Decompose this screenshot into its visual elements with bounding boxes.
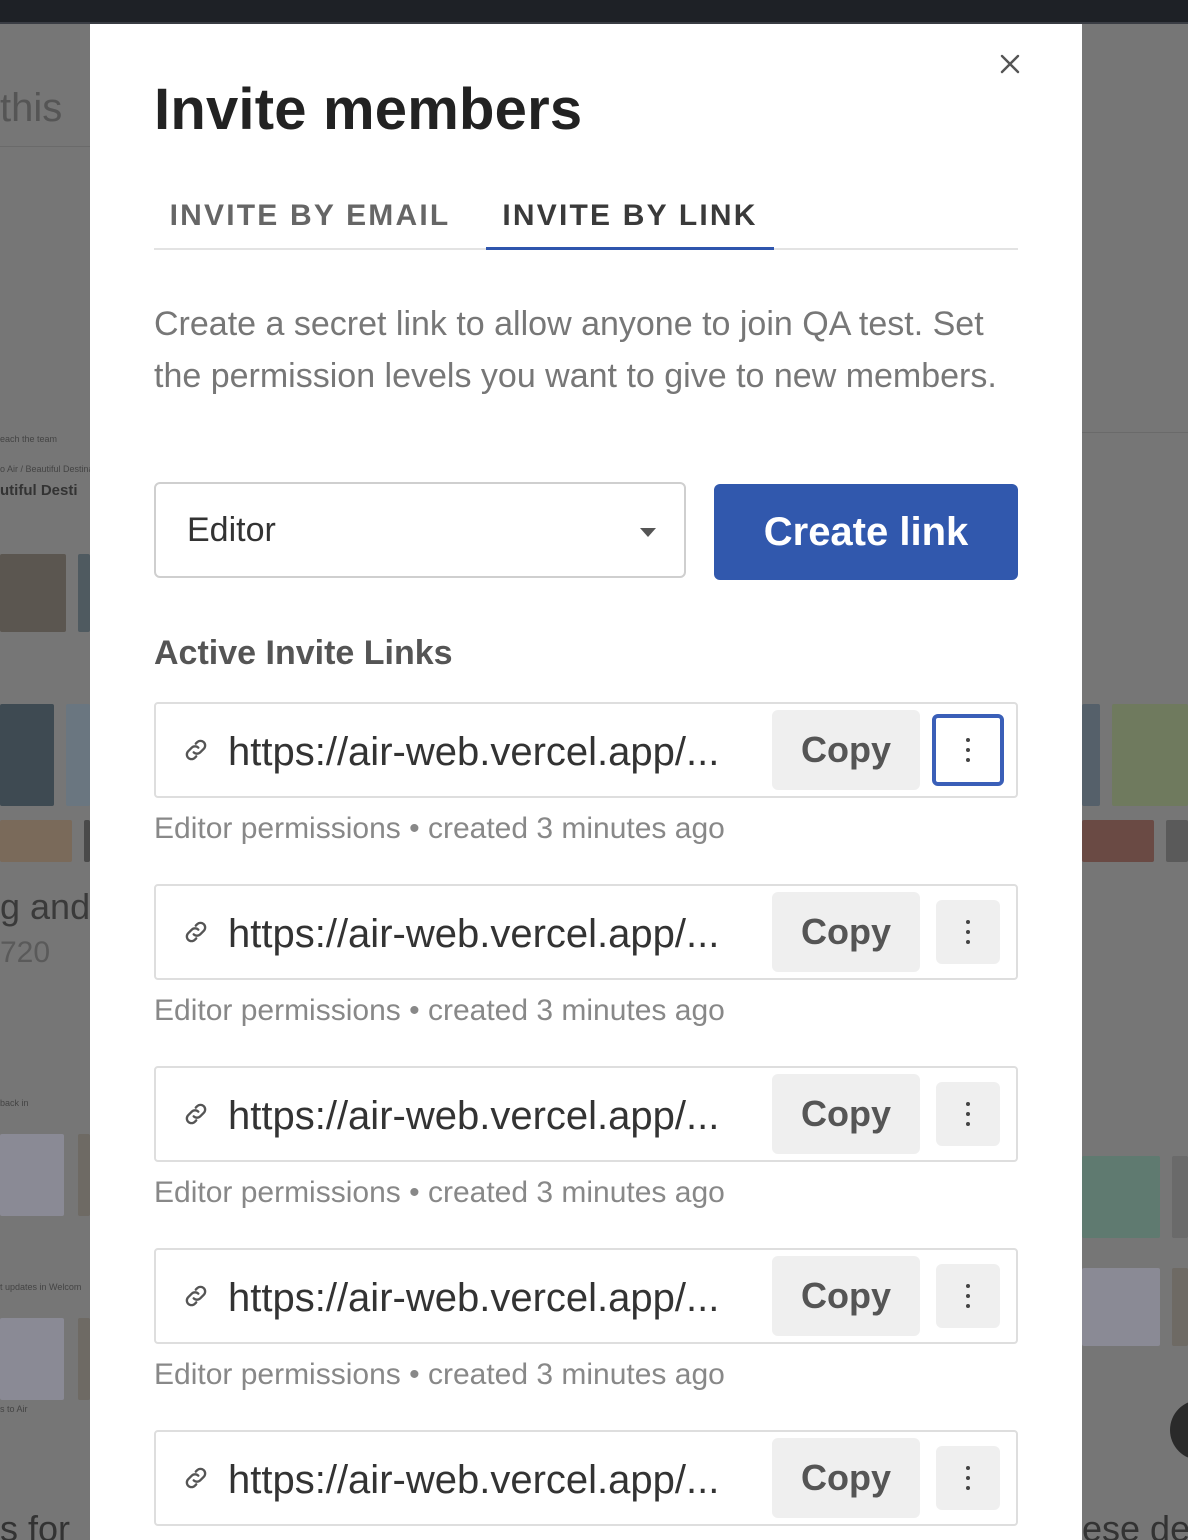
- invite-link-url[interactable]: https://air-web.vercel.app/...: [228, 1452, 768, 1508]
- invite-link-url[interactable]: https://air-web.vercel.app/...: [228, 906, 768, 962]
- meta-separator: •: [409, 1176, 420, 1209]
- app-top-bar: [0, 0, 1188, 24]
- background-caption: t updates in Welcom: [0, 1282, 82, 1292]
- link-icon: [185, 1285, 207, 1307]
- background-board-title: utiful Desti: [0, 482, 78, 499]
- meta-separator: •: [409, 1358, 420, 1391]
- invite-link-url[interactable]: https://air-web.vercel.app/...: [228, 724, 768, 780]
- background-card-title: ese de: [1082, 1508, 1188, 1540]
- permission-select[interactable]: Editor: [154, 482, 686, 578]
- background-thumbnail: [1172, 1268, 1188, 1346]
- invite-link-created: created 3 minutes ago: [427, 812, 725, 845]
- invite-link-permissions: Editor permissions: [154, 1358, 401, 1391]
- background-thumbnail: [1166, 820, 1188, 862]
- invite-link-item: https://air-web.vercel.app/... Copy Edit…: [154, 884, 1018, 1044]
- background-thumbnail: [0, 554, 66, 632]
- modal-title: Invite members: [154, 77, 583, 142]
- invite-link-created: created 3 minutes ago: [427, 1358, 725, 1391]
- background-caption: s to Air: [0, 1404, 28, 1414]
- invite-link-field: https://air-web.vercel.app/... Copy: [154, 702, 1018, 798]
- background-thumbnail: [78, 554, 90, 632]
- background-thumbnail: [0, 1134, 64, 1216]
- link-icon: [185, 1103, 207, 1125]
- background-heading: this: [0, 86, 63, 130]
- invite-link-description: Create a secret link to allow anyone to …: [154, 305, 997, 395]
- invite-tabs: INVITE BY EMAIL INVITE BY LINK: [154, 184, 1018, 250]
- background-thumbnail: [66, 704, 90, 806]
- invite-link-permissions: Editor permissions: [154, 994, 401, 1027]
- background-thumbnail: [1082, 1156, 1160, 1238]
- more-options-button[interactable]: [936, 900, 1000, 964]
- invite-link-permissions: Editor permissions: [154, 1176, 401, 1209]
- tab-invite-by-email[interactable]: INVITE BY EMAIL: [154, 184, 466, 248]
- create-link-button[interactable]: Create link: [714, 484, 1018, 580]
- invite-link-created: created 3 minutes ago: [427, 994, 725, 1027]
- close-icon-glyph: [1000, 54, 1020, 74]
- copy-button[interactable]: Copy: [772, 710, 920, 790]
- copy-button[interactable]: Copy: [772, 1074, 920, 1154]
- invite-link-meta: Editor permissions • created 3 minutes a…: [154, 1358, 725, 1392]
- invite-link-url[interactable]: https://air-web.vercel.app/...: [228, 1270, 768, 1326]
- link-icon: [185, 1467, 207, 1489]
- invite-members-modal: Invite members INVITE BY EMAIL INVITE BY…: [90, 24, 1082, 1540]
- copy-button[interactable]: Copy: [772, 1438, 920, 1518]
- invite-link-field: https://air-web.vercel.app/... Copy: [154, 1430, 1018, 1526]
- background-caption: back in: [0, 1098, 29, 1108]
- copy-button[interactable]: Copy: [772, 892, 920, 972]
- tab-invite-by-link[interactable]: INVITE BY LINK: [486, 184, 774, 250]
- background-thumbnail: [0, 820, 72, 862]
- more-options-button[interactable]: [936, 1446, 1000, 1510]
- invite-link-permissions: Editor permissions: [154, 812, 401, 845]
- close-icon[interactable]: [994, 48, 1026, 80]
- background-divider: [1082, 432, 1188, 433]
- background-thumbnail: [1082, 820, 1154, 862]
- background-divider: [0, 146, 90, 147]
- link-icon: [185, 921, 207, 943]
- invite-link-meta: Editor permissions • created 3 minutes a…: [154, 994, 725, 1028]
- vertical-dots-icon: [966, 738, 970, 762]
- vertical-dots-icon: [966, 1284, 970, 1308]
- link-icon: [185, 739, 207, 761]
- more-options-button[interactable]: [936, 1264, 1000, 1328]
- invite-link-meta: Editor permissions • created 3 minutes a…: [154, 812, 725, 846]
- background-thumbnail: [78, 1134, 90, 1216]
- background-thumbnail: [0, 1318, 64, 1400]
- meta-separator: •: [409, 812, 420, 845]
- chevron-down-icon: [640, 528, 656, 537]
- invite-link-field: https://air-web.vercel.app/... Copy: [154, 1066, 1018, 1162]
- invite-link-item: https://air-web.vercel.app/... Copy Edit…: [154, 1066, 1018, 1226]
- background-thumbnail: [1082, 704, 1100, 806]
- permission-select-value: Editor: [187, 510, 276, 549]
- background-thumbnail: [1172, 1156, 1188, 1238]
- invite-link-created: created 3 minutes ago: [427, 1176, 725, 1209]
- background-thumbnail: [78, 1318, 90, 1400]
- vertical-dots-icon: [966, 1102, 970, 1126]
- invite-link-item: https://air-web.vercel.app/... Copy: [154, 1430, 1018, 1540]
- invite-link-field: https://air-web.vercel.app/... Copy: [154, 884, 1018, 980]
- background-thumbnail: [1082, 1268, 1160, 1346]
- vertical-dots-icon: [966, 920, 970, 944]
- background-thumbnail: [1112, 704, 1188, 806]
- background-card-title: g and: [0, 886, 91, 927]
- background-card-title: s for: [0, 1508, 71, 1540]
- background-avatar: [1170, 1400, 1188, 1460]
- invite-link-item: https://air-web.vercel.app/... Copy Edit…: [154, 702, 1018, 862]
- invite-link-field: https://air-web.vercel.app/... Copy: [154, 1248, 1018, 1344]
- background-caption: o Air / Beautiful Destinati: [0, 464, 99, 474]
- copy-button[interactable]: Copy: [772, 1256, 920, 1336]
- active-invite-links-title: Active Invite Links: [154, 634, 453, 672]
- background-thumbnail: [0, 704, 54, 806]
- background-caption: each the team: [0, 434, 58, 444]
- background-card-subtitle: 720: [0, 936, 51, 969]
- more-options-button[interactable]: [936, 1082, 1000, 1146]
- invite-link-meta: Editor permissions • created 3 minutes a…: [154, 1176, 725, 1210]
- invite-link-item: https://air-web.vercel.app/... Copy Edit…: [154, 1248, 1018, 1408]
- meta-separator: •: [409, 994, 420, 1027]
- vertical-dots-icon: [966, 1466, 970, 1490]
- invite-link-url[interactable]: https://air-web.vercel.app/...: [228, 1088, 768, 1144]
- more-options-button[interactable]: [932, 714, 1004, 786]
